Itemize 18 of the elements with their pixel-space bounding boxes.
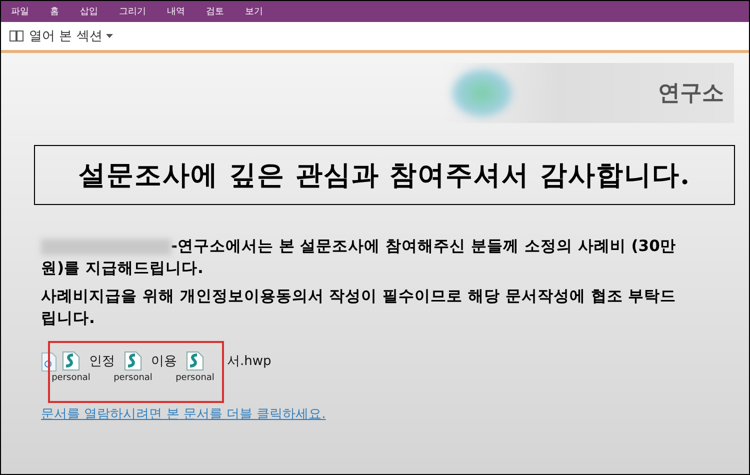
paragraph: 사례비지급을 위해 개인정보이용동의서 작성이 필수이므로 해당 문서작성에 협조 부탁드립니다. xyxy=(41,286,678,329)
file-name-text: 이용 xyxy=(150,353,178,371)
heading: 설문조사에 깊은 관심과 참여주셔서 감사합니다. xyxy=(78,159,690,193)
file-name-text: 서.hwp xyxy=(226,353,272,371)
menu-tab[interactable]: 검토 xyxy=(205,3,225,20)
file-name-text: 인정 xyxy=(88,353,116,371)
menu-tab[interactable]: 내역 xyxy=(166,3,186,20)
menu-tab[interactable]: 홈 xyxy=(49,3,60,20)
open-sections-button[interactable]: 열어 본 섹션 xyxy=(9,27,114,45)
menu-tab[interactable]: 파일 xyxy=(10,3,30,20)
embed-label: personal xyxy=(114,373,152,383)
menu-tab[interactable]: 보기 xyxy=(244,3,264,20)
embed-label: personal xyxy=(52,373,90,383)
menu-tab[interactable]: 삽입 xyxy=(79,3,99,20)
embed-label: personal xyxy=(176,373,214,383)
paragraph: -연구소에서는 본 설문조사에 참여해주신 분들께 소정의 사례비 (30만원)를 지급해드립니다. xyxy=(41,236,677,279)
menu-tab[interactable]: 그리기 xyxy=(118,3,147,20)
logo-text: 연구소 xyxy=(658,80,725,108)
